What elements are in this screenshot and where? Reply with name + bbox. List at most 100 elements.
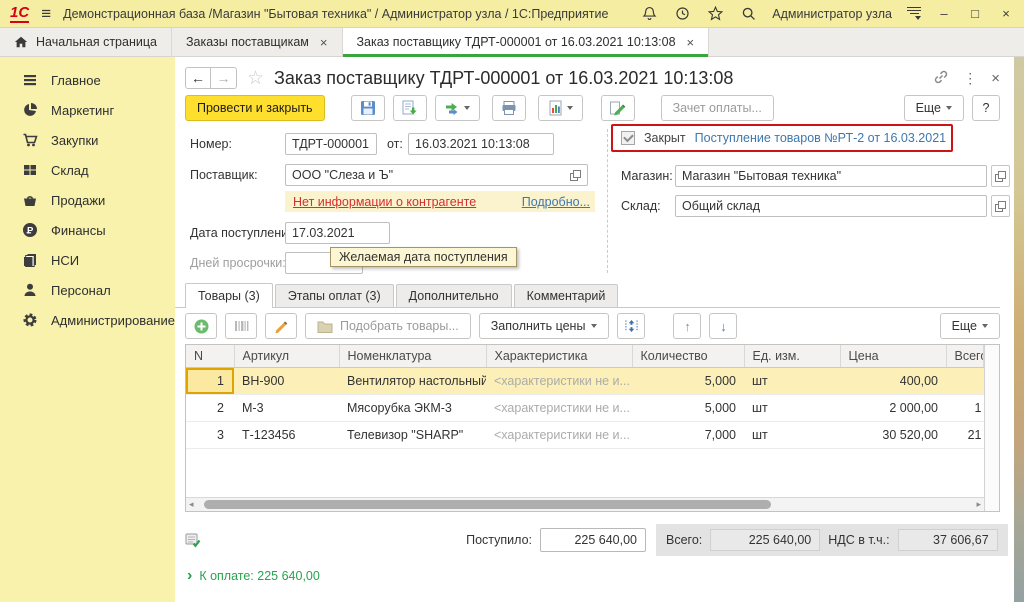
add-row-button[interactable] <box>185 313 217 339</box>
more-button[interactable]: Еще <box>904 95 964 121</box>
offset-payment-button[interactable]: Зачет оплаты... <box>661 95 774 121</box>
cell-qty[interactable]: 7,000 <box>632 421 744 448</box>
history-icon[interactable] <box>673 5 691 23</box>
document-date-field[interactable]: 16.03.2021 10:13:08 <box>408 133 554 155</box>
post-document-button[interactable] <box>393 95 427 121</box>
column-header-item[interactable]: Номенклатура <box>339 345 486 367</box>
scroll-left-icon[interactable]: ◂ <box>189 500 194 509</box>
column-header-article[interactable]: Артикул <box>234 345 339 367</box>
help-button[interactable]: ? <box>972 95 1000 121</box>
edit-button[interactable] <box>601 95 635 121</box>
cell-price[interactable]: 2 000,00 <box>840 394 946 421</box>
edit-row-button[interactable] <box>265 313 297 339</box>
tab-supplier-orders-list[interactable]: Заказы поставщикам × <box>172 28 343 56</box>
sidebar-item-personnel[interactable]: Персонал <box>0 275 175 305</box>
form-close-icon[interactable]: × <box>991 70 1000 87</box>
sidebar-item-sales[interactable]: Продажи <box>0 185 175 215</box>
sidebar-item-marketing[interactable]: Маркетинг <box>0 95 175 125</box>
cell-unit[interactable]: шт <box>744 421 840 448</box>
receipt-document-link[interactable]: Поступление товаров №РТ-2 от 16.03.2021 <box>695 131 946 145</box>
cell-price[interactable]: 30 520,00 <box>840 421 946 448</box>
cell-item[interactable]: Вентилятор настольный <box>339 367 486 394</box>
vertical-scrollbar[interactable] <box>984 345 999 511</box>
save-button[interactable] <box>351 95 385 121</box>
minimize-button[interactable]: – <box>936 6 952 21</box>
tab-supplier-order[interactable]: Заказ поставщику ТДРТ-000001 от 16.03.20… <box>343 28 710 56</box>
shop-field[interactable]: Магазин "Бытовая техника" <box>675 165 987 187</box>
cell-unit[interactable]: шт <box>744 394 840 421</box>
table-row[interactable]: 3 Т-123456 Телевизор "SHARP" <характерис… <box>186 421 984 448</box>
column-header-total[interactable]: Всего <box>946 345 984 367</box>
number-field[interactable]: ТДРТ-000001 <box>285 133 377 155</box>
cell-n[interactable]: 3 <box>186 421 234 448</box>
cell-qty[interactable]: 5,000 <box>632 394 744 421</box>
column-header-unit[interactable]: Ед. изм. <box>744 345 840 367</box>
move-down-button[interactable]: ↓ <box>709 313 737 339</box>
cell-item[interactable]: Телевизор "SHARP" <box>339 421 486 448</box>
cell-article[interactable]: Т-123456 <box>234 421 339 448</box>
search-icon[interactable] <box>739 5 757 23</box>
tab-comment[interactable]: Комментарий <box>514 284 619 307</box>
get-link-icon[interactable] <box>933 69 949 88</box>
bell-icon[interactable] <box>640 5 658 23</box>
tab-goods[interactable]: Товары (3) <box>185 283 273 308</box>
column-header-price[interactable]: Цена <box>840 345 946 367</box>
current-user[interactable]: Администратор узла <box>772 7 892 21</box>
barcode-button[interactable] <box>225 313 257 339</box>
sidebar-item-purchases[interactable]: Закупки <box>0 125 175 155</box>
sidebar-item-warehouse[interactable]: Склад <box>0 155 175 185</box>
tab-close-icon[interactable]: × <box>320 35 328 50</box>
hamburger-menu-icon[interactable]: ≡ <box>41 4 51 24</box>
tab-home[interactable]: Начальная страница <box>0 28 172 56</box>
favorites-icon[interactable] <box>706 5 724 23</box>
close-window-button[interactable]: × <box>998 6 1014 21</box>
post-and-close-button[interactable]: Провести и закрыть <box>185 95 325 121</box>
column-header-n[interactable]: N <box>186 345 234 367</box>
tab-payment-stages[interactable]: Этапы оплат (3) <box>275 284 394 307</box>
column-header-characteristic[interactable]: Характеристика <box>486 345 632 367</box>
maximize-button[interactable]: □ <box>967 6 983 21</box>
fill-prices-button[interactable]: Заполнить цены <box>479 313 610 339</box>
cell-unit[interactable]: шт <box>744 367 840 394</box>
sidebar-item-administration[interactable]: Администрирование <box>0 305 175 335</box>
payable-summary[interactable]: › К оплате: 225 640,00 <box>187 568 1014 584</box>
warehouse-open-button[interactable] <box>991 195 1010 217</box>
resize-rows-button[interactable] <box>617 313 645 339</box>
cell-article[interactable]: М-3 <box>234 394 339 421</box>
cell-total[interactable]: 21 <box>946 421 984 448</box>
reports-button[interactable] <box>538 95 583 121</box>
received-field[interactable]: 225 640,00 <box>540 528 646 552</box>
cell-qty[interactable]: 5,000 <box>632 367 744 394</box>
cell-article[interactable]: ВН-900 <box>234 367 339 394</box>
form-menu-icon[interactable]: ⋮ <box>963 70 977 87</box>
expand-chevron-icon[interactable]: › <box>187 568 192 584</box>
tab-additional[interactable]: Дополнительно <box>396 284 512 307</box>
column-header-qty[interactable]: Количество <box>632 345 744 367</box>
sidebar-item-main[interactable]: Главное <box>0 65 175 95</box>
create-based-on-button[interactable] <box>435 95 480 121</box>
shop-open-button[interactable] <box>991 165 1010 187</box>
cell-price[interactable]: 400,00 <box>840 367 946 394</box>
sidebar-item-finance[interactable]: Р Финансы <box>0 215 175 245</box>
counterparty-warning-link[interactable]: Нет информации о контрагенте <box>293 195 476 209</box>
closed-checkbox[interactable] <box>621 131 635 145</box>
forward-button[interactable]: → <box>211 67 237 89</box>
cell-n[interactable]: 2 <box>186 394 234 421</box>
table-row[interactable]: 1 ВН-900 Вентилятор настольный <характер… <box>186 367 984 394</box>
table-row[interactable]: 2 М-3 Мясорубка ЭКМ-3 <характеристики не… <box>186 394 984 421</box>
cell-characteristic[interactable]: <характеристики не и... <box>486 421 632 448</box>
pick-goods-button[interactable]: Подобрать товары... <box>305 313 471 339</box>
scroll-right-icon[interactable]: ▸ <box>976 500 981 509</box>
cell-total[interactable] <box>946 367 984 394</box>
open-icon[interactable] <box>570 170 581 181</box>
tab-close-icon[interactable]: × <box>687 35 695 50</box>
details-link[interactable]: Подробно... <box>522 195 590 209</box>
supplier-field[interactable]: ООО "Слеза и Ъ" <box>285 164 588 186</box>
cell-characteristic[interactable]: <характеристики не и... <box>486 367 632 394</box>
table-more-button[interactable]: Еще <box>940 313 1000 339</box>
cell-n[interactable]: 1 <box>186 367 234 394</box>
move-up-button[interactable]: ↑ <box>673 313 701 339</box>
cell-total[interactable]: 1 <box>946 394 984 421</box>
scrollbar-thumb[interactable] <box>204 500 771 509</box>
main-menu-icon[interactable] <box>907 7 921 20</box>
